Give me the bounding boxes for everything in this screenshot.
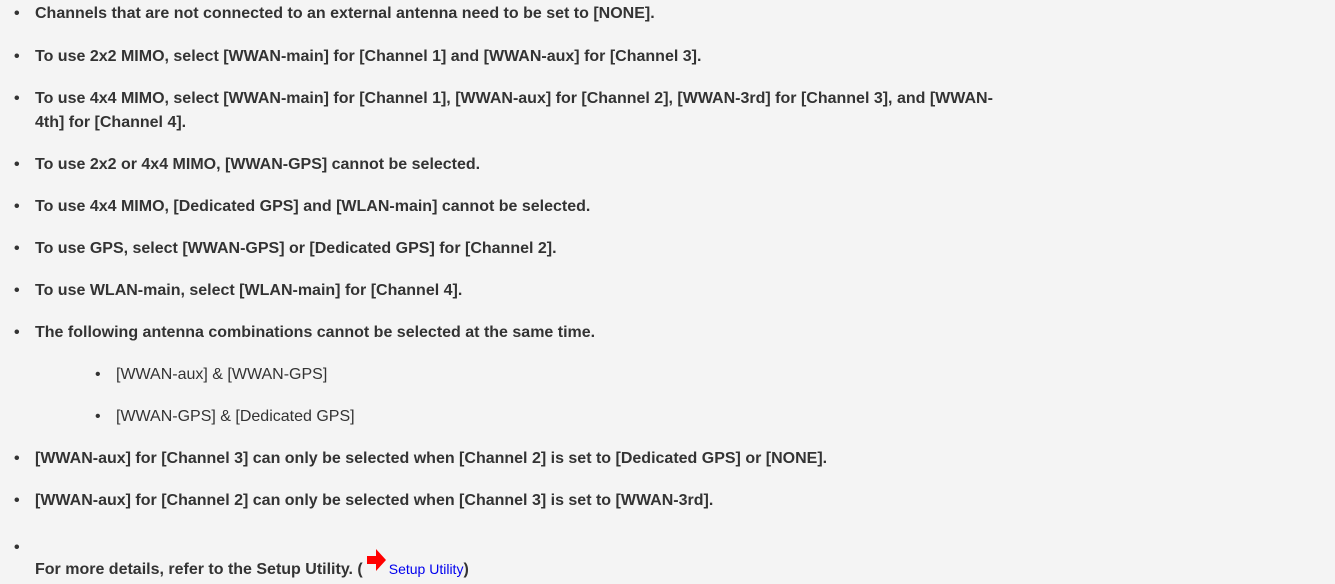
note-text: 4th] for [Channel 4]. — [35, 114, 187, 131]
details-suffix: ) — [463, 561, 469, 578]
bullet: • — [14, 90, 20, 107]
note-text: To use 2x2 MIMO, select [WWAN-main] for … — [35, 48, 702, 65]
note-aux-channel-2: • [WWAN-aux] for [Channel 2] can only be… — [0, 489, 713, 513]
bullet: • — [14, 198, 20, 215]
note-text: To use GPS, select [WWAN-GPS] or [Dedica… — [35, 240, 557, 257]
bullet: • — [14, 240, 20, 257]
note-wwan-gps-mimo: • To use 2x2 or 4x4 MIMO, [WWAN-GPS] can… — [0, 153, 480, 177]
setup-utility-link[interactable]: Setup Utility — [389, 561, 464, 577]
note-4x4-mimo: • To use 4x4 MIMO, select [WWAN-main] fo… — [0, 87, 993, 111]
note-text: The following antenna combinations canno… — [35, 324, 596, 341]
bullet: • — [95, 408, 101, 425]
bullet: • — [14, 48, 20, 65]
note-text: To use WLAN-main, select [WLAN-main] for… — [35, 282, 463, 299]
note-text: To use 4x4 MIMO, select [WWAN-main] for … — [35, 90, 993, 107]
red-right-arrow-icon — [365, 548, 387, 576]
note-text: Channels that are not connected to an ex… — [35, 5, 655, 22]
note-wlan-main: • To use WLAN-main, select [WLAN-main] f… — [0, 279, 462, 303]
combination-text: [WWAN-GPS] & [Dedicated GPS] — [116, 408, 355, 425]
note-combinations: • The following antenna combinations can… — [0, 321, 595, 345]
note-aux-channel-3: • [WWAN-aux] for [Channel 3] can only be… — [0, 447, 827, 471]
note-2x2-mimo: • To use 2x2 MIMO, select [WWAN-main] fo… — [0, 45, 701, 69]
note-text: To use 2x2 or 4x4 MIMO, [WWAN-GPS] canno… — [35, 156, 481, 173]
combination-text: [WWAN-aux] & [WWAN-GPS] — [116, 366, 328, 383]
note-4x4-mimo-continued: 4th] for [Channel 4]. — [0, 111, 186, 135]
note-text: [WWAN-aux] for [Channel 3] can only be s… — [35, 450, 828, 467]
details-prefix: For more details, refer to the Setup Uti… — [35, 561, 363, 578]
bullet: • — [14, 282, 20, 299]
note-4x4-gps-wlan: • To use 4x4 MIMO, [Dedicated GPS] and [… — [0, 195, 590, 219]
note-text: To use 4x4 MIMO, [Dedicated GPS] and [WL… — [35, 198, 591, 215]
note-more-details: • For more details, refer to the Setup U… — [0, 539, 469, 582]
combination-item: • [WWAN-GPS] & [Dedicated GPS] — [0, 405, 355, 429]
combination-item: • [WWAN-aux] & [WWAN-GPS] — [0, 363, 327, 387]
note-text: [WWAN-aux] for [Channel 2] can only be s… — [35, 492, 714, 509]
note-gps: • To use GPS, select [WWAN-GPS] or [Dedi… — [0, 237, 557, 261]
bullet: • — [14, 156, 20, 173]
bullet: • — [95, 366, 101, 383]
bullet: • — [14, 492, 20, 509]
bullet: • — [14, 324, 20, 341]
bullet: • — [14, 5, 20, 22]
note-unconnected-channels: • Channels that are not connected to an … — [0, 2, 655, 26]
bullet: • — [14, 450, 20, 467]
bullet: • — [14, 539, 20, 556]
